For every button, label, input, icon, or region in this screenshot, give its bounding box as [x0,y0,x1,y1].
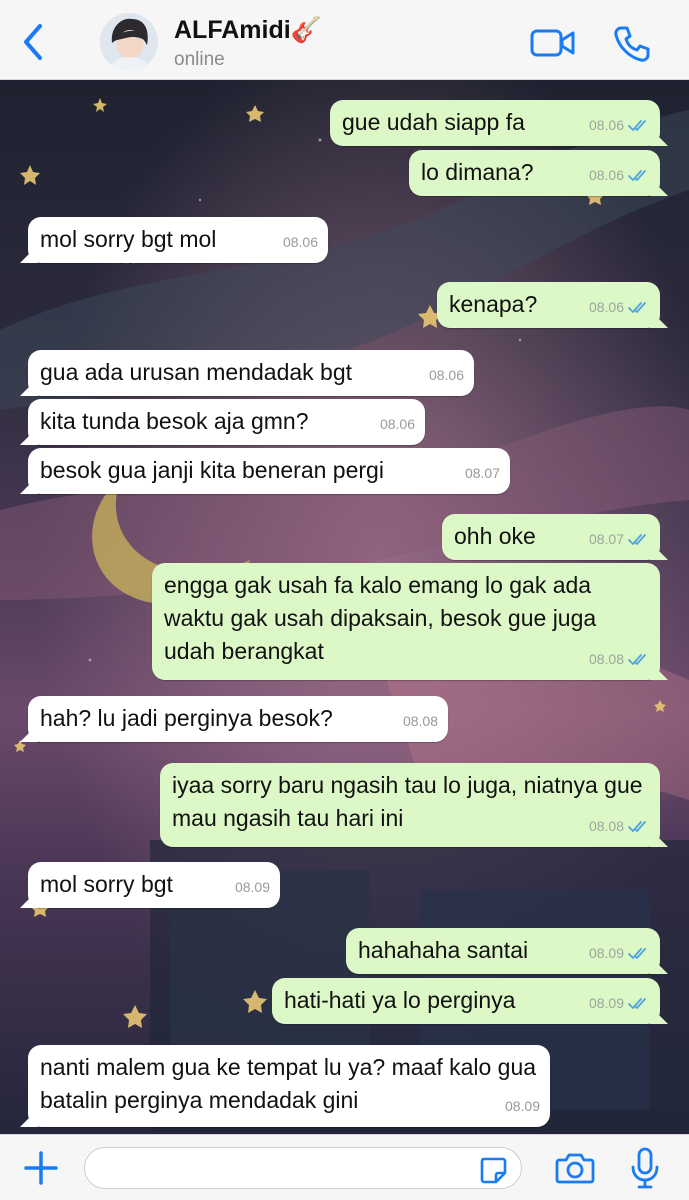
message-time: 08.08 [588,651,624,667]
message-text: mol sorry bgt mol [40,226,217,252]
message-time: 08.08 [402,713,438,729]
read-receipt-icon [628,948,646,959]
message-time: 08.06 [588,299,624,315]
message-text: kita tunda besok aja gmn? [40,408,309,434]
message-bubble-outgoing[interactable]: hahahaha santai 08.09 [346,928,660,974]
contact-status: online [174,49,225,70]
message-meta: 08.06 [380,408,415,441]
message-bubble-incoming[interactable]: mol sorry bgt mol 08.06 [28,217,328,263]
message-meta: 08.07 [465,457,500,490]
message-meta: 08.09 [235,871,270,904]
chat-area[interactable]: gue udah siapp fa 08.06 lo dimana? 08.06… [0,80,689,1134]
read-receipt-icon [628,654,646,665]
message-text: hahahaha santai [358,937,529,963]
message-meta: 08.06 [589,109,650,142]
message-meta: 08.06 [283,226,318,259]
message-meta: 08.06 [589,291,650,324]
message-time: 08.06 [379,416,415,432]
message-text: hah? lu jadi perginya besok? [40,705,333,731]
message-time: 08.09 [504,1098,540,1114]
message-meta: 08.06 [429,359,464,392]
message-time: 08.07 [588,531,624,547]
message-text: ohh oke [454,523,536,549]
message-text: mol sorry bgt [40,871,173,897]
message-meta: 08.06 [589,159,650,192]
message-time: 08.07 [464,465,500,481]
message-bubble-outgoing[interactable]: gue udah siapp fa 08.06 [330,100,660,146]
video-call-icon[interactable] [530,26,576,60]
message-input[interactable] [84,1147,522,1189]
message-text: iyaa sorry baru ngasih tau lo juga, niat… [172,772,643,831]
chevron-left-icon[interactable] [18,22,48,62]
message-text: lo dimana? [421,159,534,185]
message-text: engga gak usah fa kalo emang lo gak ada … [164,572,597,664]
read-receipt-icon [628,998,646,1009]
message-meta: 08.09 [589,987,650,1020]
sticker-icon[interactable] [478,1155,508,1185]
message-bubble-incoming[interactable]: gua ada urusan mendadak bgt 08.06 [28,350,474,396]
camera-icon[interactable] [555,1151,595,1185]
message-bubble-incoming[interactable]: mol sorry bgt 08.09 [28,862,280,908]
message-time: 08.09 [588,945,624,961]
read-receipt-icon [628,170,646,181]
contact-name[interactable]: ALFAmidi🎸 [174,16,322,45]
read-receipt-icon [628,302,646,313]
chat-header: ALFAmidi🎸 online [0,0,689,80]
message-bubble-outgoing[interactable]: kenapa? 08.06 [437,282,660,328]
message-meta: 08.08 [589,643,650,676]
message-bubble-outgoing[interactable]: lo dimana? 08.06 [409,150,660,196]
read-receipt-icon [628,821,646,832]
message-bubble-incoming[interactable]: kita tunda besok aja gmn? 08.06 [28,399,425,445]
message-bubble-outgoing[interactable]: engga gak usah fa kalo emang lo gak ada … [152,563,660,680]
plus-icon[interactable] [22,1149,60,1187]
message-text: gue udah siapp fa [342,109,525,135]
message-bubble-incoming[interactable]: besok gua janji kita beneran pergi 08.07 [28,448,510,494]
message-time: 08.06 [282,234,318,250]
message-time: 08.06 [588,167,624,183]
message-text: hati-hati ya lo perginya [284,987,516,1013]
message-meta: 08.08 [589,810,650,843]
message-input-bar [0,1134,689,1200]
message-bubble-outgoing[interactable]: iyaa sorry baru ngasih tau lo juga, niat… [160,763,660,847]
message-text: gua ada urusan mendadak bgt [40,359,353,385]
phone-call-icon[interactable] [612,24,652,64]
message-bubble-outgoing[interactable]: hati-hati ya lo perginya 08.09 [272,978,660,1024]
message-text: nanti malem gua ke tempat lu ya? maaf ka… [40,1054,537,1113]
message-bubble-outgoing[interactable]: ohh oke 08.07 [442,514,660,560]
read-receipt-icon [628,120,646,131]
message-bubble-incoming[interactable]: nanti malem gua ke tempat lu ya? maaf ka… [28,1045,550,1127]
avatar[interactable] [100,13,158,71]
message-time: 08.08 [588,818,624,834]
read-receipt-icon [628,534,646,545]
message-meta: 08.08 [403,705,438,738]
message-text: kenapa? [449,291,538,317]
message-meta: 08.09 [589,937,650,970]
message-meta: 08.07 [589,523,650,556]
message-time: 08.09 [234,879,270,895]
microphone-icon[interactable] [630,1147,660,1189]
message-meta: 08.09 [505,1090,540,1123]
message-text: besok gua janji kita beneran pergi [40,457,384,483]
message-time: 08.06 [588,117,624,133]
message-bubble-incoming[interactable]: hah? lu jadi perginya besok? 08.08 [28,696,448,742]
message-time: 08.06 [428,367,464,383]
message-time: 08.09 [588,995,624,1011]
